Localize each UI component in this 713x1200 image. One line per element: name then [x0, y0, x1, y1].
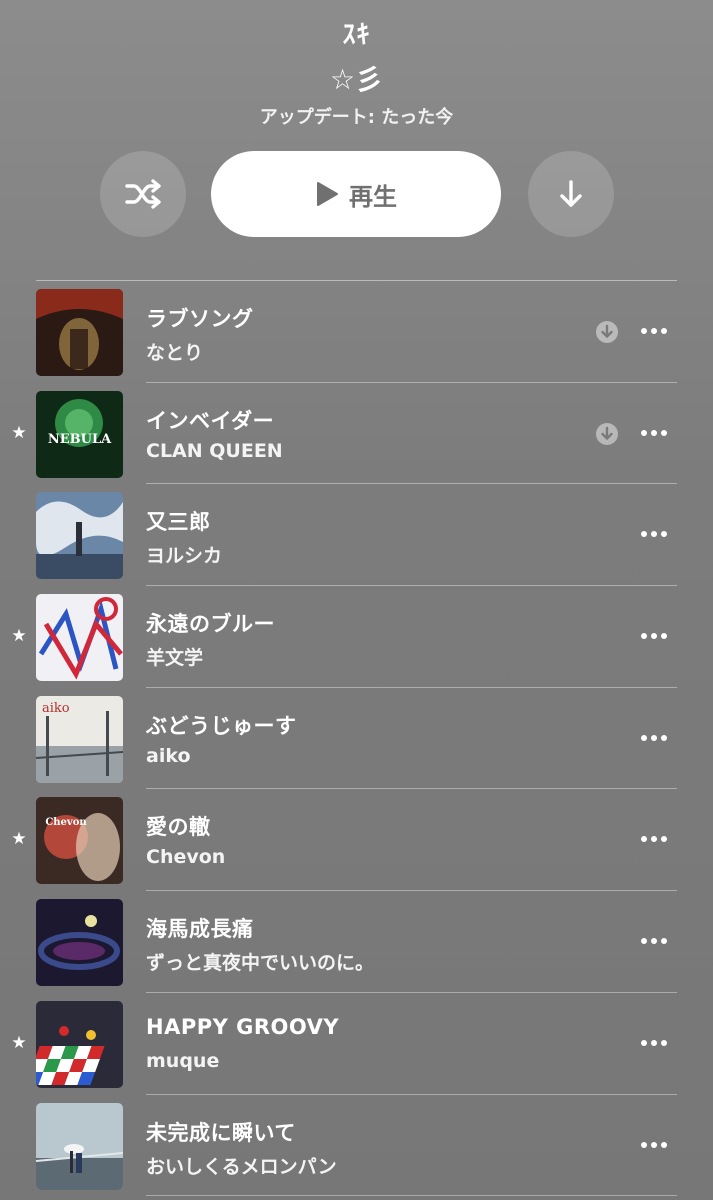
track-row[interactable]: 又三郎 ヨルシカ	[0, 484, 713, 587]
shuffle-icon	[125, 179, 161, 209]
play-button-label: 再生	[349, 182, 397, 211]
track-row[interactable]: ★ HAPPY GROOVY muque	[0, 993, 713, 1095]
track-title: インベイダー	[146, 408, 275, 433]
track-title: 未完成に瞬いて	[146, 1120, 296, 1145]
play-button[interactable]: 再生	[211, 151, 501, 237]
svg-text:NEBULA: NEBULA	[48, 432, 112, 447]
more-icon[interactable]	[640, 323, 668, 339]
more-icon[interactable]	[640, 1035, 668, 1051]
album-artwork	[36, 594, 123, 682]
track-row[interactable]: aiko ぶどうじゅーす aiko	[0, 688, 713, 790]
track-row[interactable]: ★ 永遠のブルー 羊文学	[0, 586, 713, 688]
more-icon[interactable]	[640, 1137, 668, 1153]
album-artwork	[36, 289, 123, 376]
more-icon[interactable]	[640, 933, 668, 949]
downloaded-icon	[596, 422, 618, 445]
more-icon[interactable]	[640, 425, 668, 441]
track-title: HAPPY GROOVY	[146, 1014, 340, 1039]
album-artwork: NEBULA	[36, 390, 123, 478]
track-title: 又三郎	[146, 510, 211, 535]
track-row[interactable]: 未完成に瞬いて おいしくるメロンパン	[0, 1095, 713, 1197]
track-title: 海馬成長痛	[146, 917, 254, 942]
svg-text:Chevon: Chevon	[45, 817, 87, 828]
download-button[interactable]	[528, 151, 614, 237]
track-title: 愛の轍	[146, 815, 211, 840]
album-artwork: aiko	[36, 695, 123, 783]
track-list: ラブソング なとり ★ NEBULA インベイダー CLAN QUEEN 又三郎…	[0, 281, 713, 1197]
track-artist: なとり	[146, 342, 204, 364]
more-icon[interactable]	[640, 628, 668, 644]
track-artist: Chevon	[146, 846, 226, 869]
star-icon: ★	[11, 1032, 27, 1053]
more-icon[interactable]	[640, 831, 668, 847]
play-icon	[317, 182, 338, 206]
track-artist: 羊文学	[146, 647, 204, 670]
track-artist: muque	[146, 1049, 220, 1072]
shuffle-button[interactable]	[100, 151, 186, 237]
album-artwork	[36, 1000, 123, 1088]
track-title: ラブソング	[146, 307, 254, 331]
track-artist: おいしくるメロンパン	[146, 1155, 337, 1178]
track-row[interactable]: ★ Chevon 愛の轍 Chevon	[0, 789, 713, 892]
star-icon: ★	[11, 626, 27, 647]
track-artist: ずっと真夜中でいいのに。	[146, 952, 375, 975]
star-icon: ★	[11, 422, 27, 443]
album-artwork	[36, 492, 123, 580]
svg-text:aiko: aiko	[42, 701, 70, 716]
downloaded-icon	[596, 321, 618, 343]
download-icon	[560, 180, 582, 207]
track-row[interactable]: 海馬成長痛 ずっと真夜中でいいのに。	[0, 891, 713, 993]
star-icon: ★	[11, 829, 27, 850]
more-icon[interactable]	[640, 730, 668, 746]
track-row[interactable]: ★ NEBULA インベイダー CLAN QUEEN	[0, 383, 713, 485]
track-artist: ヨルシカ	[146, 545, 223, 568]
track-artist: aiko	[146, 744, 191, 767]
playlist-subtitle: ☆彡	[329, 63, 384, 96]
album-artwork	[36, 899, 123, 987]
track-title: 永遠のブルー	[146, 612, 275, 637]
more-icon[interactable]	[640, 526, 668, 542]
track-artist: CLAN QUEEN	[146, 439, 283, 462]
track-title: ぶどうじゅーす	[146, 713, 297, 738]
playlist-title: ｽｷ	[342, 20, 371, 50]
track-row[interactable]: ラブソング なとり	[0, 281, 713, 383]
album-artwork	[36, 1102, 123, 1190]
playlist-updated-text: アップデート: たった今	[259, 107, 454, 128]
row-divider	[146, 1195, 677, 1197]
album-artwork: Chevon	[36, 797, 123, 885]
